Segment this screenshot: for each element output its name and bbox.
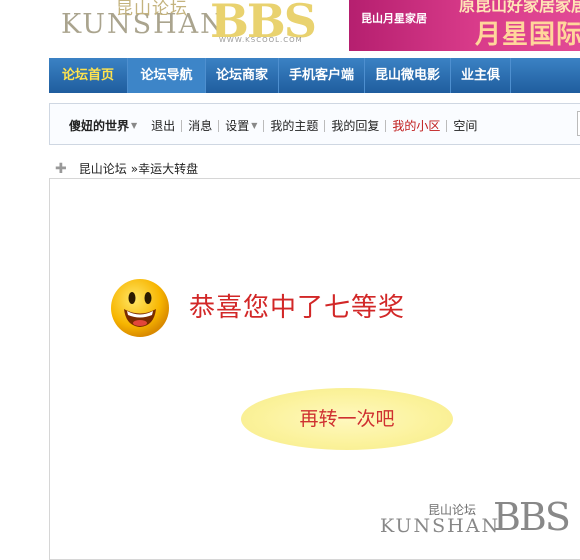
divider [263, 119, 265, 132]
divider [385, 119, 387, 132]
caret-down-icon[interactable]: ▼ [251, 121, 257, 130]
divider [446, 119, 448, 132]
my-replies-link[interactable]: 我的回复 [331, 117, 379, 134]
logout-link[interactable]: 退出 [151, 117, 175, 134]
divider [144, 120, 145, 132]
watermark-logo: KUNSHAN 昆山论坛 BBS [377, 495, 577, 543]
breadcrumb-current: 幸运大转盘 [138, 162, 199, 176]
nav-item-merchants[interactable]: 论坛商家 [206, 58, 280, 93]
smiley-icon [111, 279, 169, 337]
messages-link[interactable]: 消息 [188, 117, 212, 134]
logo-url: WWW.KSCOOL.COM [219, 36, 303, 44]
plus-icon[interactable]: ✚ [55, 162, 67, 176]
caret-down-icon[interactable]: ▼ [131, 121, 137, 130]
divider [324, 119, 326, 132]
my-threads-link[interactable]: 我的主题 [270, 117, 318, 134]
banner-brand: 昆山月星家居 [361, 12, 427, 25]
username-link[interactable]: 傻妞的世界 [69, 117, 129, 134]
breadcrumb-home[interactable]: 昆山论坛 [79, 160, 127, 177]
nav-item-mobile-client[interactable]: 手机客户端 [279, 58, 366, 93]
nav-item-guide[interactable]: 论坛导航 [128, 58, 206, 93]
settings-link[interactable]: 设置 [225, 117, 249, 134]
watermark-text-en: KUNSHAN [380, 515, 501, 537]
divider [218, 119, 220, 132]
ad-banner[interactable]: 原昆山好家居家居 昆山月星家居 月星国际 [349, 0, 580, 51]
main-nav: 论坛首页 论坛导航 论坛商家 手机客户端 昆山微电影 业主俱 [49, 58, 580, 93]
site-logo[interactable]: KUNSHAN 昆山论坛 BBS WWW.KSCOOL.COM [58, 0, 328, 50]
watermark-text-bbs: BBS [493, 495, 571, 539]
breadcrumb-separator: » [130, 161, 139, 176]
my-area-link[interactable]: 我的小区 [392, 117, 440, 134]
nav-item-micro-film[interactable]: 昆山微电影 [365, 58, 452, 93]
prize-message: 恭喜您中了七等奖 [189, 293, 406, 323]
nav-item-home[interactable]: 论坛首页 [49, 58, 128, 93]
nav-item-owners[interactable]: 业主俱 [451, 58, 512, 93]
space-link[interactable]: 空间 [453, 117, 477, 134]
user-toolbar: 傻妞的世界 ▼ 退出 消息 设置 ▼ 我的主题 我的回复 我的小区 空间 [49, 103, 580, 145]
watermark-text-cn: 昆山论坛 [428, 503, 477, 517]
logo-text-cn: 昆山论坛 [116, 0, 188, 19]
breadcrumb: ✚ 昆山论坛 » 幸运大转盘 [55, 160, 198, 177]
divider [181, 119, 183, 132]
spin-again-button[interactable]: 再转一次吧 [241, 388, 453, 450]
banner-big-text: 月星国际 [475, 20, 580, 50]
